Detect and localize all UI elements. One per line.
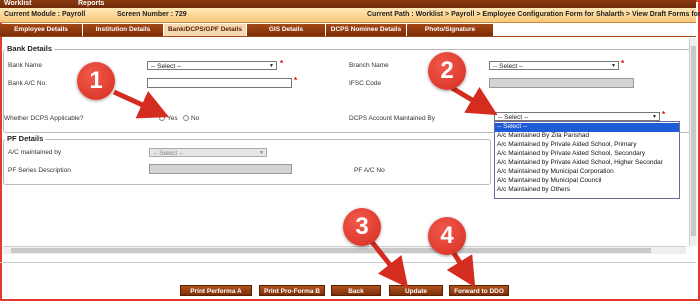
annotation-badge-1: 1 xyxy=(77,62,115,100)
annotation-badge-3: 3 xyxy=(343,208,381,246)
arrow-4 xyxy=(446,248,476,288)
arrow-1 xyxy=(112,89,170,119)
annotation-arrows xyxy=(112,85,498,288)
arrow-2 xyxy=(450,85,498,116)
annotation-badge-2: 2 xyxy=(428,52,466,90)
arrow-3 xyxy=(370,240,409,288)
annotation-badge-4: 4 xyxy=(428,217,466,255)
